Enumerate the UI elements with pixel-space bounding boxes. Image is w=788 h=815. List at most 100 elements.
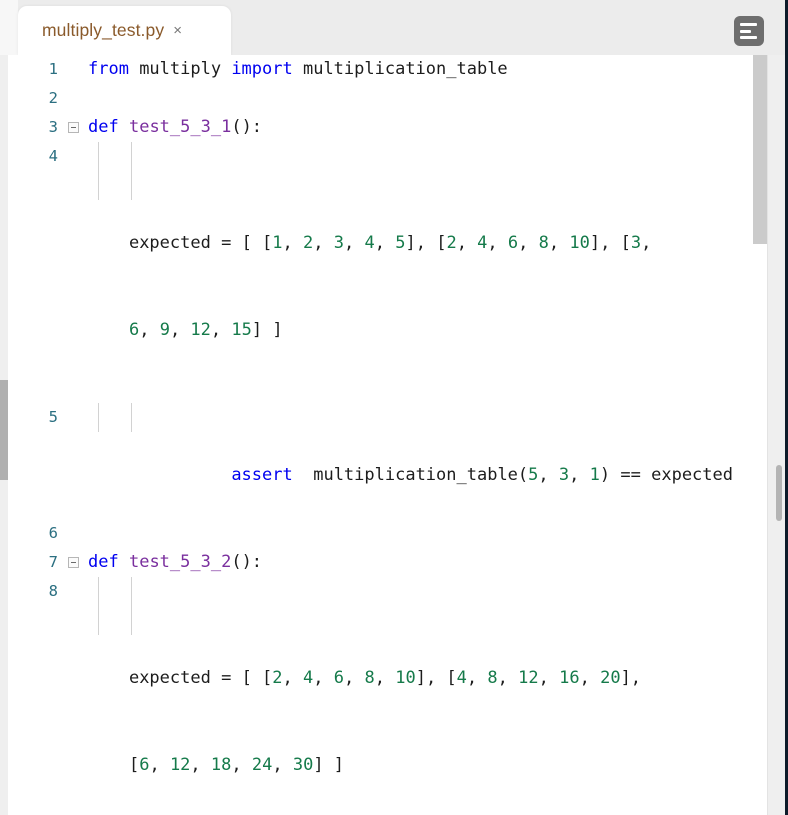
line-number: 7 (48, 553, 58, 571)
token-number: 8 (538, 233, 549, 253)
line-content[interactable]: assert multiplication_table(5, 3, 1) == … (86, 403, 751, 519)
line-content[interactable]: expected = [ [2, 4, 6, 8, 10], [4, 8, 12… (86, 577, 751, 815)
code-line[interactable]: 8 expected = [ [2, 4, 6, 8, 10], [4, 8, … (8, 577, 751, 815)
indent-guide (98, 403, 99, 432)
line-content[interactable]: def test_5_3_2(): (86, 548, 751, 577)
structure-panel-icon[interactable] (734, 16, 764, 46)
line-content[interactable]: from multiply import multiplication_tabl… (86, 55, 751, 84)
editor-pane[interactable]: 1 from multiply import multiplication_ta… (0, 55, 788, 815)
line-wrap-segment: 6, 9, 12, 15] ] (88, 316, 751, 345)
token-number: 24 (251, 755, 273, 775)
token-number: 3 (558, 465, 570, 485)
close-icon[interactable]: × (173, 23, 182, 38)
line-wrap-segment: [6, 12, 18, 24, 30] ] (88, 751, 751, 780)
code-area[interactable]: 1 from multiply import multiplication_ta… (8, 55, 751, 815)
code-line[interactable]: 3 def test_5_3_1(): (8, 113, 751, 142)
token-number: 3 (333, 233, 345, 253)
line-number: 4 (48, 147, 58, 165)
marker-strip-thumb[interactable] (0, 380, 8, 480)
token-number: 8 (364, 668, 375, 688)
token-imported-name: multiplication_table (292, 59, 508, 79)
token-keyword-def: def (88, 117, 119, 137)
token-operator-equality: == (620, 465, 641, 485)
indent-guide (98, 142, 99, 200)
token-number: 2 (303, 233, 314, 253)
token-number: 1 (272, 233, 283, 253)
token-number: 6 (139, 755, 150, 775)
fold-column (64, 142, 86, 171)
code-line[interactable]: 5 assert multiplication_table(5, 3, 1) =… (8, 403, 751, 519)
code-editor-window: multiply_test.py × 1 from multiply impor… (0, 0, 788, 815)
token-number: 15 (231, 320, 252, 340)
token-number: 18 (210, 755, 232, 775)
fold-toggle-icon[interactable] (68, 557, 79, 568)
editor-vertical-scrollbar[interactable] (753, 55, 768, 244)
token-number: 6 (333, 668, 345, 688)
indent-guide (131, 577, 132, 635)
indent-guide (131, 142, 132, 200)
token-number: 4 (303, 668, 314, 688)
token-number: 2 (446, 233, 457, 253)
token-number: 4 (456, 668, 467, 688)
line-number: 6 (48, 524, 58, 542)
token-paren-colon: (): (231, 552, 263, 572)
code-line[interactable]: 2 (8, 84, 751, 113)
token-number: 6 (128, 320, 140, 340)
code-line[interactable]: 7 def test_5_3_2(): (8, 548, 751, 577)
indent-guide (98, 577, 99, 635)
tab-strip-left-pad (0, 0, 18, 55)
token-number: 20 (600, 668, 621, 688)
marker-strip[interactable] (0, 55, 8, 815)
line-number: 8 (48, 582, 58, 600)
token-bracket: [ [ (231, 233, 273, 253)
token-number: 4 (477, 233, 488, 253)
fold-column (64, 548, 86, 577)
token-operator-assign: = (221, 233, 232, 253)
fold-column (64, 55, 86, 84)
token-number: 12 (190, 320, 211, 340)
line-number: 1 (48, 60, 58, 78)
fold-toggle-icon[interactable] (68, 122, 79, 133)
token-keyword-import: import (231, 59, 293, 79)
token-keyword-from: from (88, 59, 129, 79)
token-module-name: multiply (128, 59, 232, 79)
line-wrap-segment: expected = [ [1, 2, 3, 4, 5], [2, 4, 6, … (88, 229, 751, 258)
token-number: 6 (507, 233, 519, 253)
token-paren-colon: (): (231, 117, 263, 137)
token-number: 1 (589, 465, 600, 485)
token-number: 12 (169, 755, 191, 775)
structure-icon-line-3 (740, 36, 757, 39)
line-number: 5 (48, 408, 58, 426)
token-number: 10 (569, 233, 590, 253)
structure-icon-line-2 (740, 29, 751, 33)
token-operator-assign: = (221, 668, 232, 688)
fold-column (64, 403, 86, 432)
token-identifier-expected: expected (128, 233, 211, 253)
token-function-name: test_5_3_2 (128, 552, 232, 572)
token-number: 30 (292, 755, 314, 775)
code-line[interactable]: 4 expected = [ [1, 2, 3, 4, 5], [2, 4, 6… (8, 142, 751, 403)
line-content[interactable]: def test_5_3_1(): (86, 113, 751, 142)
token-number: 16 (559, 668, 580, 688)
fold-column (64, 519, 86, 548)
token-number: 9 (159, 320, 170, 340)
line-content[interactable]: expected = [ [1, 2, 3, 4, 5], [2, 4, 6, … (86, 142, 751, 403)
fold-column (64, 577, 86, 606)
window-vertical-scrollbar[interactable] (776, 465, 782, 521)
tab-multiply-test-py[interactable]: multiply_test.py × (18, 6, 231, 55)
code-line[interactable]: 6 (8, 519, 751, 548)
token-number: 3 (630, 233, 642, 253)
token-number: 10 (395, 668, 416, 688)
code-line[interactable]: 1 from multiply import multiplication_ta… (8, 55, 751, 84)
token-keyword-assert: assert (231, 465, 293, 485)
token-number: 4 (364, 233, 375, 253)
line-wrap-segment: expected = [ [2, 4, 6, 8, 10], [4, 8, 12… (88, 664, 751, 693)
fold-column (64, 84, 86, 113)
tab-label: multiply_test.py (42, 20, 165, 40)
indent-guides (86, 403, 788, 519)
